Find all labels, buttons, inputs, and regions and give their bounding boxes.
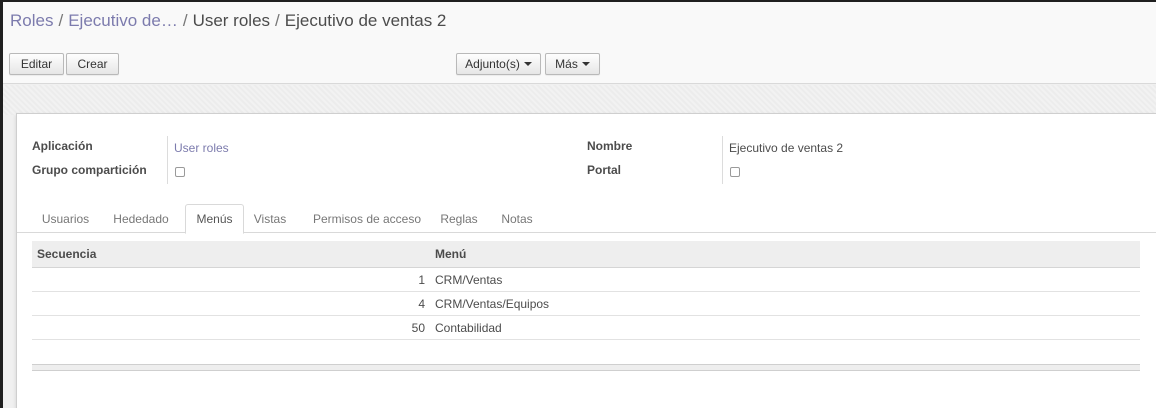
portal-checkbox[interactable] [730,167,740,177]
table-row[interactable]: 4 CRM/Ventas/Equipos [32,292,1140,316]
sequence-cell: 50 [411,320,425,335]
tab-menus[interactable]: Menús [185,204,244,234]
sharing-group-checkbox[interactable] [175,167,185,177]
table-header: Secuencia Menú [32,241,1140,268]
column-header-menu[interactable]: Menú [435,241,466,267]
portal-label: Portal [587,163,622,177]
field-divider [722,136,723,184]
tab-notas[interactable]: Notas [495,204,539,233]
form-background [3,85,1156,115]
column-header-sequence[interactable]: Secuencia [37,241,96,267]
tab-permisos-de-acceso[interactable]: Permisos de acceso [305,204,429,233]
sequence-cell: 1 [418,272,425,287]
menus-table: Secuencia Menú 1 CRM/Ventas 4 CRM/Ventas… [32,241,1140,340]
sharing-group-label: Grupo compartición [32,163,147,177]
edit-button[interactable]: Editar [9,53,64,75]
table-footer [32,364,1140,371]
table-row[interactable]: 50 Contabilidad [32,316,1140,340]
menu-cell: CRM/Ventas [435,272,503,287]
name-value: Ejecutivo de ventas 2 [729,141,844,155]
caret-down-icon [581,62,590,66]
breadcrumb-separator: / [182,11,188,30]
breadcrumb-separator: / [58,11,64,30]
name-label: Nombre [587,139,633,153]
application-label: Aplicación [32,139,93,153]
sequence-cell: 4 [418,296,425,311]
application-value-link[interactable]: User roles [174,141,229,155]
more-label: Más [555,57,578,71]
breadcrumb: Roles / Ejecutivo de… / User roles / Ejecutivo… [10,11,446,31]
breadcrumb-separator: / [275,11,280,30]
menu-cell: Contabilidad [435,320,502,335]
form-sheet: Aplicación User roles Grupo compartición… [16,113,1156,408]
tab-heredado[interactable]: Hededado [105,204,177,233]
table-row[interactable]: 1 CRM/Ventas [32,268,1140,292]
breadcrumb-role-record[interactable]: Ejecutivo de… [68,11,178,30]
tab-usuarios[interactable]: Usuarios [34,204,97,233]
caret-down-icon [523,62,532,66]
breadcrumb-current: Ejecutivo de ventas 2 [284,11,447,30]
control-panel: Roles / Ejecutivo de… / User roles / Ejecutivo… [3,2,1156,84]
more-dropdown-button[interactable]: Más [545,53,600,75]
tab-vistas[interactable]: Vistas [249,204,291,233]
notebook-tabs: Usuarios Hededado Menús Vistas Permisos … [17,204,1156,234]
breadcrumb-roles[interactable]: Roles [10,11,53,30]
menu-cell: CRM/Ventas/Equipos [435,296,550,311]
attachments-label: Adjunto(s) [465,57,520,71]
breadcrumb-user-roles: User roles [192,11,271,30]
attachments-dropdown-button[interactable]: Adjunto(s) [456,53,541,75]
field-divider [167,136,168,184]
create-button[interactable]: Crear [66,53,119,75]
tab-reglas[interactable]: Reglas [435,204,483,233]
